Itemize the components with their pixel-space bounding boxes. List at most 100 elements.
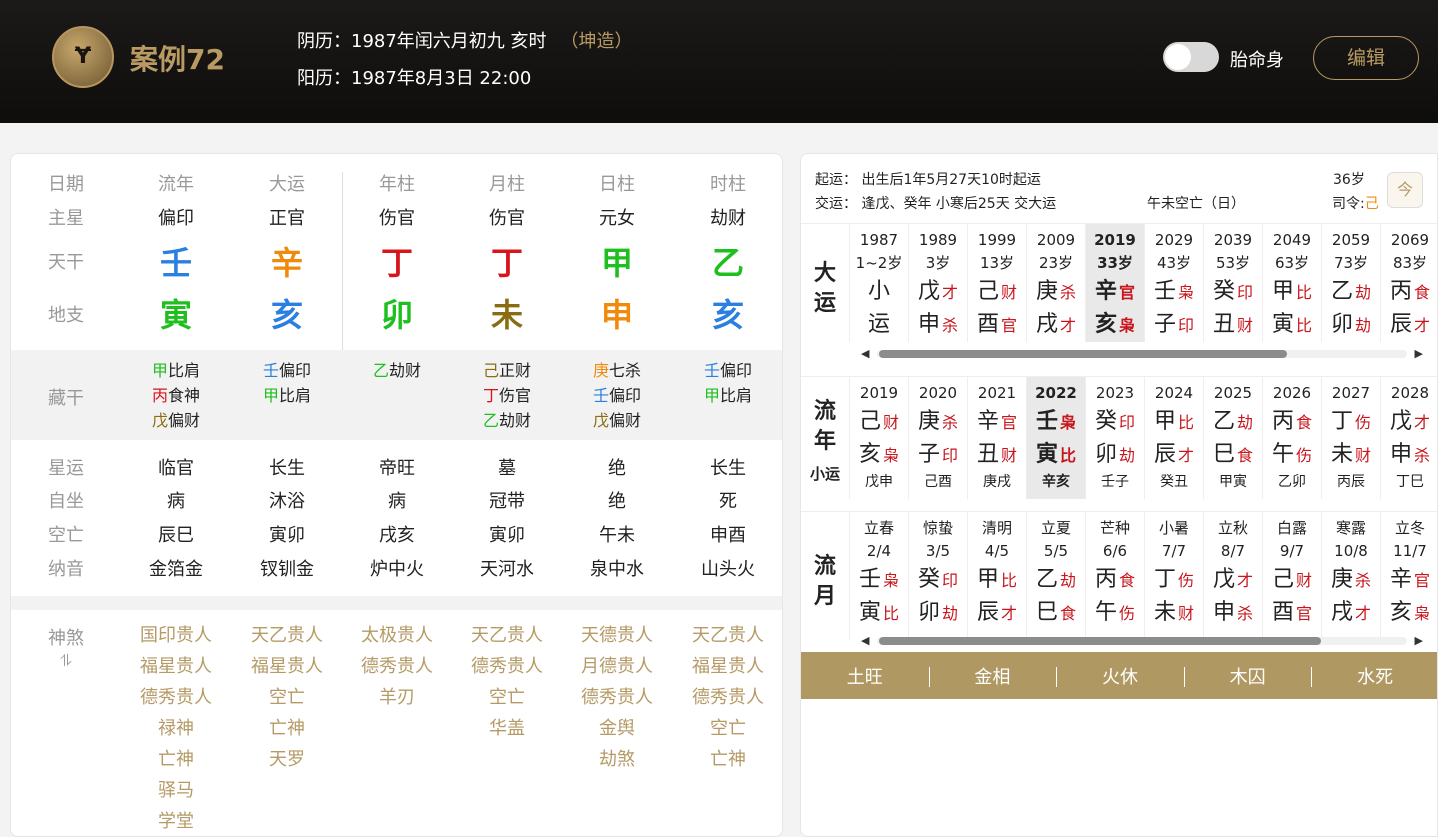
dayun-column[interactable]: 2019 33岁辛官亥枭 bbox=[1085, 224, 1144, 342]
shensha-item[interactable]: 天乙贵人 bbox=[232, 620, 342, 651]
shensha-item[interactable]: 羊刃 bbox=[342, 682, 452, 713]
shensha-item[interactable]: 天乙贵人 bbox=[452, 620, 562, 651]
dayun-column[interactable]: 2049 63岁甲比寅比 bbox=[1262, 224, 1321, 342]
dayun-column[interactable]: 2009 23岁庚杀戌才 bbox=[1026, 224, 1085, 342]
taiming-toggle[interactable] bbox=[1163, 42, 1219, 72]
xiaoyun-ganzhi: 辛亥 bbox=[1042, 474, 1070, 490]
edit-button[interactable]: 编辑 bbox=[1313, 36, 1419, 80]
shishen-tag: 才 bbox=[1237, 571, 1254, 590]
liuyue-column[interactable]: 白露 9/7 己财酉官 bbox=[1262, 512, 1321, 640]
column-header: 日期 bbox=[48, 174, 84, 195]
dayun-column[interactable]: 1987 1~2岁小运 bbox=[849, 224, 908, 342]
shishen-tag: 枭 bbox=[1060, 413, 1077, 432]
horizontal-scrollbar[interactable]: ◀ ▶ bbox=[861, 634, 1423, 647]
ganzhi-char: 壬 bbox=[858, 567, 881, 592]
shensha-item[interactable]: 学堂 bbox=[121, 806, 231, 836]
ganzhi-1: 壬枭 bbox=[1027, 405, 1085, 438]
calendar-icon[interactable]: 今 bbox=[1387, 172, 1423, 208]
liunian-column[interactable]: 2023 癸印卯劫壬子 bbox=[1085, 377, 1144, 499]
liunian-column[interactable]: 2028 戊才申杀丁巳 bbox=[1380, 377, 1437, 499]
liunian-column[interactable]: 2027 丁伤未财丙辰 bbox=[1321, 377, 1380, 499]
shensha-item[interactable]: 禄神 bbox=[121, 713, 231, 744]
liuyue-column[interactable]: 立秋 8/7 戊才申杀 bbox=[1203, 512, 1262, 640]
ganzhi-2: 辰才 bbox=[1145, 438, 1203, 471]
shensha-item[interactable]: 空亡 bbox=[452, 682, 562, 713]
horizontal-scrollbar[interactable]: ◀ ▶ bbox=[861, 347, 1423, 360]
shensha-item[interactable]: 月德贵人 bbox=[562, 651, 672, 682]
shensha-item[interactable]: 天乙贵人 bbox=[673, 620, 782, 651]
dayun-column[interactable]: 2069 83岁丙食辰才 bbox=[1380, 224, 1437, 342]
shensha-item[interactable]: 德秀贵人 bbox=[121, 682, 231, 713]
ganzhi-1: 乙劫 bbox=[1027, 563, 1085, 596]
year-label: 2049 bbox=[1272, 231, 1312, 249]
shensha-item[interactable]: 空亡 bbox=[232, 682, 342, 713]
liuyue-column[interactable]: 清明 4/5 甲比辰才 bbox=[967, 512, 1026, 640]
liuyue-column[interactable]: 寒露 10/8 庚杀戌才 bbox=[1321, 512, 1380, 640]
liunian-column[interactable]: 2025 乙劫巳食甲寅 bbox=[1203, 377, 1262, 499]
liuyue-column[interactable]: 立冬 11/7 辛官亥枭 bbox=[1380, 512, 1437, 640]
ganzhi-1: 辛官 bbox=[968, 405, 1026, 438]
shensha-item[interactable]: 德秀贵人 bbox=[452, 651, 562, 682]
shensha-item[interactable]: 福星贵人 bbox=[673, 651, 782, 682]
section-label-liunian: 流年 bbox=[801, 397, 849, 457]
shensha-item[interactable]: 德秀贵人 bbox=[562, 682, 672, 713]
shensha-item[interactable]: 劫煞 bbox=[562, 744, 672, 775]
scroll-right-icon[interactable]: ▶ bbox=[1415, 634, 1423, 647]
ganzhi-1: 庚杀 bbox=[1027, 275, 1085, 308]
liunian-column[interactable]: 2022 壬枭寅比辛亥 bbox=[1026, 377, 1085, 499]
shensha-item[interactable]: 福星贵人 bbox=[121, 651, 231, 682]
ganzhi-1: 癸印 bbox=[909, 563, 967, 596]
shensha-item[interactable]: 天罗 bbox=[232, 744, 342, 775]
scroll-left-icon[interactable]: ◀ bbox=[861, 347, 869, 360]
column-header: 时柱 bbox=[710, 174, 746, 195]
shensha-item[interactable]: 太极贵人 bbox=[342, 620, 452, 651]
liunian-column[interactable]: 2021 辛官丑财庚戌 bbox=[967, 377, 1026, 499]
liuyue-column[interactable]: 立夏 5/5 乙劫巳食 bbox=[1026, 512, 1085, 640]
shensha-item[interactable]: 亡神 bbox=[232, 713, 342, 744]
shensha-item[interactable]: 国印贵人 bbox=[121, 620, 231, 651]
column-header: 大运 bbox=[269, 174, 305, 195]
shensha-item[interactable]: 福星贵人 bbox=[232, 651, 342, 682]
shensha-item[interactable]: 德秀贵人 bbox=[342, 651, 452, 682]
ganzhi-char: 巳 bbox=[1035, 600, 1058, 625]
scroll-thumb[interactable] bbox=[879, 637, 1321, 645]
dayun-column[interactable]: 2029 43岁壬枭子印 bbox=[1144, 224, 1203, 342]
shensha-item[interactable]: 空亡 bbox=[673, 713, 782, 744]
jieqi-name: 小暑 bbox=[1158, 519, 1189, 537]
scroll-thumb[interactable] bbox=[879, 350, 1287, 358]
liunian-column[interactable]: 2026 丙食午伤乙卯 bbox=[1262, 377, 1321, 499]
shensha-item[interactable]: 驿马 bbox=[121, 775, 231, 806]
shensha-toggle-icon[interactable]: ⥮ bbox=[11, 651, 121, 671]
dayun-column[interactable]: 1999 13岁己财酉官 bbox=[967, 224, 1026, 342]
canggan-shishen: 偏财 bbox=[168, 411, 201, 430]
liunian-column[interactable]: 2020 庚杀子印己酉 bbox=[908, 377, 967, 499]
dayun-column[interactable]: 2039 53岁癸印丑财 bbox=[1203, 224, 1262, 342]
liunian-column[interactable]: 2019 己财亥枭戊申 bbox=[849, 377, 908, 499]
shensha-item[interactable]: 华盖 bbox=[452, 713, 562, 744]
siling-value: 己 bbox=[1364, 196, 1379, 212]
shensha-item[interactable]: 亡神 bbox=[121, 744, 231, 775]
shensha-item[interactable]: 金舆 bbox=[562, 713, 672, 744]
scroll-right-icon[interactable]: ▶ bbox=[1415, 347, 1423, 360]
ganzhi-char: 戌 bbox=[1035, 312, 1058, 337]
shensha-item[interactable]: 德秀贵人 bbox=[673, 682, 782, 713]
shensha-item[interactable]: 天德贵人 bbox=[562, 620, 672, 651]
shishen-tag: 劫 bbox=[1355, 316, 1372, 335]
case-title: 案例72 bbox=[130, 43, 225, 76]
shensha-item[interactable]: 亡神 bbox=[673, 744, 782, 775]
liuyue-column[interactable]: 芒种 6/6 丙食午伤 bbox=[1085, 512, 1144, 640]
jieqi-name: 白露 bbox=[1276, 519, 1307, 537]
canggan-shishen: 七杀 bbox=[609, 361, 642, 380]
scroll-left-icon[interactable]: ◀ bbox=[861, 634, 869, 647]
liuyue-column[interactable]: 小暑 7/7 丁伤未财 bbox=[1144, 512, 1203, 640]
column-header: 年柱 bbox=[379, 174, 415, 195]
jieqi-name: 立秋 bbox=[1217, 519, 1248, 537]
xiaoyun-ganzhi: 戊申 bbox=[865, 474, 893, 490]
liuyue-column[interactable]: 立春 2/4 壬枭寅比 bbox=[849, 512, 908, 640]
liuyue-column[interactable]: 惊蛰 3/5 癸印卯劫 bbox=[908, 512, 967, 640]
dayun-column[interactable]: 2059 73岁乙劫卯劫 bbox=[1321, 224, 1380, 342]
shishen-tag: 杀 bbox=[1237, 604, 1254, 623]
dayun-column[interactable]: 1989 3岁戊才申杀 bbox=[908, 224, 967, 342]
liunian-column[interactable]: 2024 甲比辰才癸丑 bbox=[1144, 377, 1203, 499]
kongwang-cell: 戌亥 bbox=[379, 525, 415, 546]
